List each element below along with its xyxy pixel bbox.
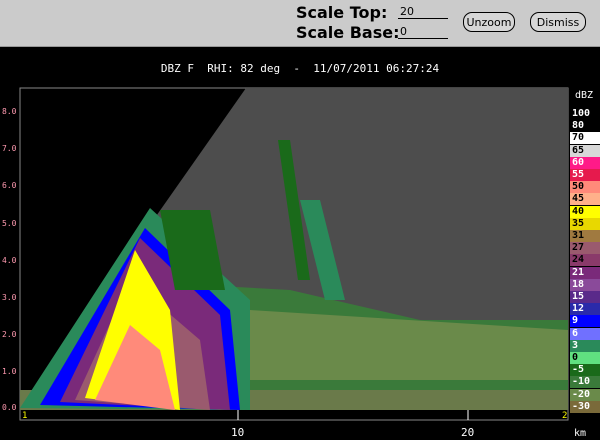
colorbar-level: -10 (570, 376, 600, 389)
colorbar-level: 27 (570, 242, 600, 255)
toolbar: Scale Top: Scale Base: Unzoom Dismiss (0, 0, 600, 47)
colorbar-level: 80 (570, 120, 600, 133)
plot-title: DBZ F RHI: 82 deg - 11/07/2011 06:27:24 (160, 62, 440, 75)
colorbar-level: 65 (570, 144, 600, 157)
colorbar-level: -30 (570, 400, 600, 413)
dismiss-button[interactable]: Dismiss (530, 12, 586, 32)
y-tick: 3.0 (2, 293, 17, 302)
colorbar-level: 0 (570, 352, 600, 364)
x-tick: 20 (461, 426, 474, 439)
colorbar-level: -20 (570, 388, 600, 401)
colorbar-level: 24 (570, 254, 600, 267)
y-tick: 1.0 (2, 367, 17, 376)
colorbar-level: 70 (570, 132, 600, 145)
scale-top-label: Scale Top: (296, 3, 388, 22)
unzoom-button[interactable]: Unzoom (463, 12, 515, 32)
colorbar-level: 6 (570, 327, 600, 340)
y-tick: 0.0 (2, 403, 17, 412)
scale-base-input[interactable] (398, 24, 448, 39)
colorbar-level: 45 (570, 193, 600, 206)
rhi-plot[interactable]: 8.0 7.0 6.0 5.0 4.0 3.0 2.0 1.0 0.0 10 2… (0, 80, 600, 440)
colorbar-level: 9 (570, 315, 600, 328)
colorbar-level: 40 (570, 205, 600, 218)
colorbar-unit: dBZ (575, 90, 594, 101)
colorbar-level: 60 (570, 156, 600, 169)
colorbar-level: 15 (570, 291, 600, 303)
y-tick: 7.0 (2, 144, 17, 153)
x-unit: km (574, 428, 586, 439)
scale-top-input[interactable] (398, 4, 448, 19)
colorbar-level: 50 (570, 181, 600, 194)
y-tick: 8.0 (2, 107, 17, 116)
colorbar-level: 35 (570, 217, 600, 230)
colorbar-level: 21 (570, 266, 600, 279)
colorbar-level: 100 (570, 108, 600, 120)
colorbar-level: 12 (570, 303, 600, 316)
colorbar-level: 18 (570, 278, 600, 291)
y-tick: 4.0 (2, 256, 17, 265)
corner-marker-left: 1 (22, 411, 27, 421)
colorbar-level: 31 (570, 230, 600, 242)
colorbar-level: 55 (570, 169, 600, 181)
y-tick: 5.0 (2, 219, 17, 228)
y-tick: 2.0 (2, 330, 17, 339)
x-tick: 10 (231, 426, 244, 439)
colorbar-level: -5 (570, 364, 600, 377)
scale-base-label: Scale Base: (296, 23, 400, 42)
corner-marker-right: 2 (562, 411, 567, 421)
colorbar-level: 3 (570, 339, 600, 352)
y-tick: 6.0 (2, 181, 17, 190)
